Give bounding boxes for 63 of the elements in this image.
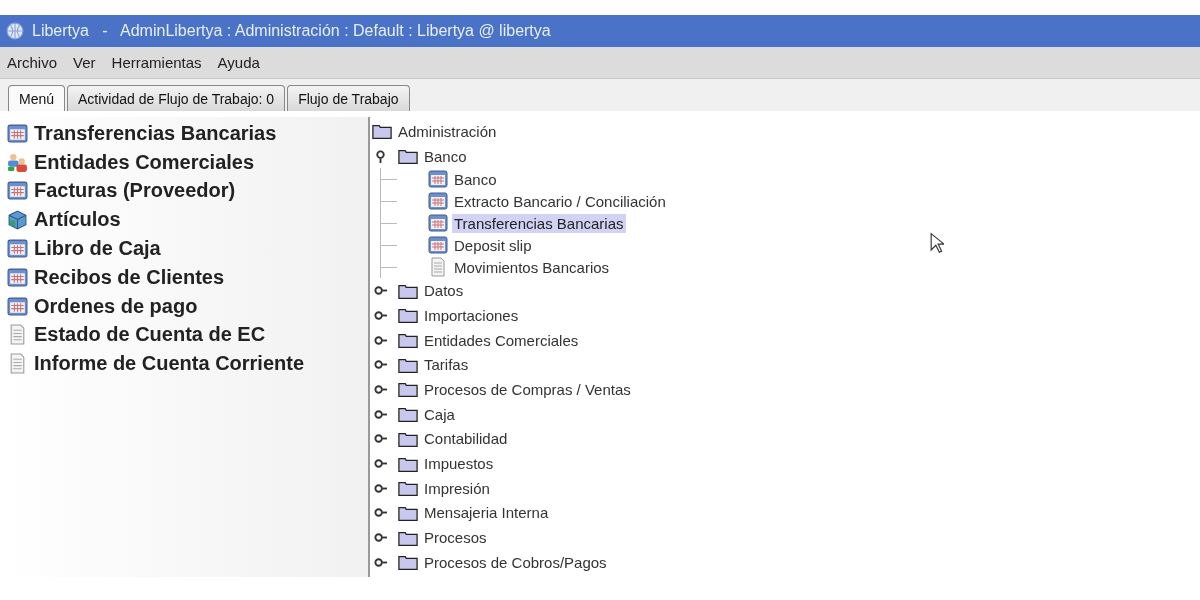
expand-handle-icon[interactable] [374, 457, 387, 471]
tree-item[interactable]: Procesos de Compras / Ventas [422, 379, 633, 399]
window-icon [428, 213, 448, 234]
document-icon [428, 257, 448, 278]
window-icon [7, 238, 28, 260]
tab[interactable]: Actividad de Flujo de Trabajo: 0 [67, 85, 286, 111]
tree-item[interactable]: Procesos de Cobros/Pagos [422, 552, 609, 572]
tree-item[interactable]: Procesos [422, 528, 489, 548]
favorite-item[interactable]: Recibos de Clientes [34, 265, 225, 289]
favorite-item[interactable]: Estado de Cuenta de EC [34, 323, 266, 347]
expand-handle-icon[interactable] [374, 358, 387, 372]
tree-item[interactable]: Tarifas [422, 355, 471, 375]
tree-item[interactable]: Entidades Comerciales [422, 330, 581, 350]
tree-item[interactable]: Extracto Bancario / Conciliación [452, 191, 668, 211]
window-icon [428, 235, 448, 256]
expand-handle-icon[interactable] [374, 407, 387, 421]
tree-item[interactable]: Transferencias Bancarias [452, 213, 626, 233]
window-icon [7, 180, 28, 202]
expand-handle-icon[interactable] [374, 531, 387, 545]
expand-handle-icon[interactable] [374, 308, 387, 322]
tree-item[interactable]: Contabilidad [422, 429, 510, 449]
window-icon [428, 191, 448, 212]
tree-item[interactable]: Banco [422, 146, 469, 166]
expand-handle-icon[interactable] [374, 481, 387, 495]
expand-handle-icon[interactable] [374, 284, 387, 298]
menu-item[interactable]: Ver [73, 54, 96, 71]
favorite-item[interactable]: Informe de Cuenta Corriente [34, 352, 305, 376]
expand-handle-icon[interactable] [374, 432, 387, 446]
tree-item[interactable]: Mensajeria Interna [422, 503, 551, 523]
tab[interactable]: Menú [8, 85, 66, 111]
expand-handle-icon[interactable] [374, 382, 387, 396]
window-icon [7, 295, 28, 317]
expand-handle-icon[interactable] [374, 506, 387, 520]
favorite-item[interactable]: Entidades Comerciales [34, 150, 255, 174]
tree-item[interactable]: Caja [422, 404, 457, 424]
window-icon [7, 266, 28, 288]
mouse-pointer-icon [930, 232, 944, 254]
favorite-item[interactable]: Facturas (Proveedor) [34, 179, 236, 203]
tree-item[interactable]: Administración [396, 121, 499, 141]
window-title: Libertya - AdminLibertya : Administración : Default : Libertya @ libertya [32, 22, 551, 40]
tree-item[interactable]: Impuestos [422, 454, 496, 474]
collapse-handle-icon[interactable] [374, 149, 387, 163]
globe-icon [6, 22, 24, 40]
favorite-item[interactable]: Artículos [34, 208, 121, 232]
box-icon [7, 209, 28, 231]
expand-handle-icon[interactable] [374, 555, 387, 569]
people-icon [7, 151, 28, 173]
menu-item[interactable]: Archivo [7, 54, 58, 71]
menu-item[interactable]: Herramientas [111, 54, 202, 71]
tree-item[interactable]: Datos [422, 281, 466, 301]
tree-item[interactable]: Banco [452, 169, 499, 189]
tree-item[interactable]: Importaciones [422, 305, 521, 325]
favorite-item[interactable]: Libro de Caja [34, 237, 161, 261]
tree-item[interactable]: Impresión [422, 478, 492, 498]
tab[interactable]: Flujo de Trabajo [287, 85, 410, 111]
window-icon [7, 122, 28, 144]
tree-item[interactable]: Deposit slip [452, 235, 534, 255]
menu-item[interactable]: Ayuda [217, 54, 260, 71]
favorite-item[interactable]: Ordenes de pago [34, 294, 198, 318]
tree-item[interactable]: Movimientos Bancarios [452, 257, 612, 277]
expand-handle-icon[interactable] [374, 333, 387, 347]
window-icon [428, 169, 448, 190]
favorite-item[interactable]: Transferencias Bancarias [34, 121, 277, 145]
